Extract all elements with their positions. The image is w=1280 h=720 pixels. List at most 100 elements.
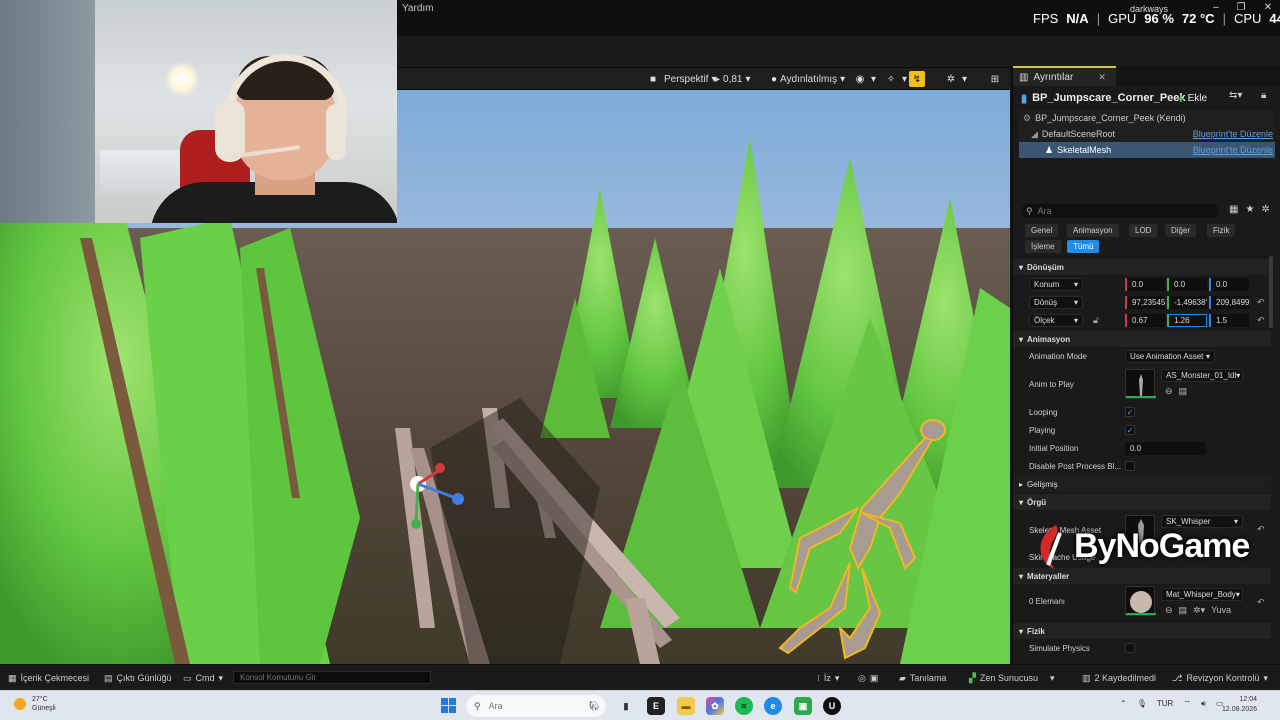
folder-icon[interactable]: ▤ (1179, 605, 1188, 616)
weather-widget[interactable]: 27°C Güneşli (14, 695, 56, 713)
disable-post-process-checkbox[interactable] (1125, 461, 1135, 471)
looping-checkbox[interactable]: ✓ (1125, 407, 1135, 417)
copilot-icon[interactable]: ✿ (706, 697, 724, 715)
minimize-icon[interactable]: – (1213, 2, 1219, 13)
tree-item-default-scene-root[interactable]: ◢ DefaultSceneRoot Blueprint'te Düzenle (1019, 126, 1275, 142)
spotify-icon[interactable]: ≈ (735, 697, 753, 715)
section-animation[interactable]: ▾ Animasyon (1013, 331, 1271, 347)
category-tab-lod[interactable]: LOD (1129, 224, 1158, 237)
microphone-icon[interactable]: 🎙︎ (1137, 699, 1147, 709)
lock-icon[interactable]: 🔓︎ (1093, 315, 1099, 326)
section-mesh[interactable]: ▾ Örgü (1013, 494, 1271, 510)
star-icon[interactable]: ★ (1245, 204, 1254, 215)
cmd-dropdown[interactable]: ▭ Cmd ▾ (183, 665, 223, 691)
language-indicator[interactable]: TUR (1157, 699, 1173, 709)
rotation-z[interactable]: 209,8499 (1209, 296, 1249, 309)
epic-games-icon[interactable]: E (647, 697, 665, 715)
scale-z[interactable]: 1.5 (1209, 314, 1249, 327)
reset-icon[interactable]: ↶ (1257, 297, 1265, 308)
location-z[interactable]: 0.0 (1209, 278, 1249, 291)
unsaved-button[interactable]: ▥ 2 Kaydedilmedi (1082, 665, 1156, 691)
console-input[interactable] (240, 673, 420, 682)
playing-checkbox[interactable]: ✓ (1125, 425, 1135, 435)
tree-item-root[interactable]: ⚙︎ BP_Jumpscare_Corner_Peek (Kendi) (1019, 110, 1275, 126)
settings-dropdown[interactable]: ✲ ▾ (943, 71, 967, 87)
content-drawer-button[interactable]: ▦ İçerik Çekmecesi (8, 665, 89, 691)
location-dropdown[interactable]: Konum ▾ (1029, 278, 1083, 291)
section-transform[interactable]: ▾ Dönüşüm (1013, 259, 1271, 275)
close-icon[interactable]: ✕ (1264, 2, 1272, 13)
camera-speed-dropdown[interactable]: ▸ 0,81 ▾ (715, 71, 751, 87)
revision-control-dropdown[interactable]: ⎇ Revizyon Kontrolü ▾ (1172, 665, 1268, 691)
task-view-icon[interactable]: ▮ (617, 697, 635, 715)
add-component-button[interactable]: + Ekle (1177, 90, 1207, 106)
realtime-toggle[interactable]: ↯ (909, 71, 925, 87)
gear-icon[interactable]: ✲▾ (1193, 605, 1205, 616)
reset-icon[interactable]: ↶ (1257, 315, 1265, 326)
edge-browser-icon[interactable]: e (764, 697, 782, 715)
browse-asset-icon[interactable]: ⊖ (1165, 386, 1173, 397)
volume-icon[interactable]: 🔊︎ (1201, 699, 1206, 709)
search-input[interactable] (1037, 206, 1198, 216)
chevron-up-icon[interactable]: ⌃ (1120, 699, 1127, 709)
show-dropdown[interactable]: ◉ ▾ (852, 71, 876, 87)
tree-item-skeletal-mesh[interactable]: ♟ SkeletalMesh Blueprint'te Düzenle (1019, 142, 1275, 158)
snap-dropdown[interactable]: ✧ ▾ (883, 71, 907, 87)
taskbar-search-input[interactable] (488, 701, 569, 711)
category-tab-animation[interactable]: Animasyon (1067, 224, 1119, 237)
rotation-x[interactable]: 97,23545 (1125, 296, 1165, 309)
wifi-icon[interactable]: ⌔ (1183, 699, 1191, 709)
material-thumbnail[interactable] (1125, 586, 1156, 616)
gear-icon[interactable]: ✲ (1261, 204, 1269, 215)
edit-in-blueprint-link[interactable]: Blueprint'te Düzenle (1193, 129, 1273, 139)
screenshot-icon[interactable]: ▣ (870, 673, 879, 684)
folder-icon[interactable]: ▤ (1179, 386, 1188, 397)
lighting-mode-dropdown[interactable]: ● Aydınlatılmış ▾ (771, 71, 845, 87)
menu-help[interactable]: Yardım (402, 3, 434, 14)
category-tab-physics[interactable]: Fizik (1207, 224, 1236, 237)
rotation-dropdown[interactable]: Dönüş ▾ (1029, 296, 1083, 309)
file-explorer-icon[interactable]: ▬ (677, 697, 695, 715)
category-tab-general[interactable]: Genel (1025, 224, 1059, 237)
initial-position-input[interactable]: 0.0 (1125, 442, 1205, 455)
maximize-icon[interactable]: ❐ (1237, 2, 1246, 13)
details-scrollbar[interactable] (1269, 256, 1273, 328)
table-view-icon[interactable]: ▦ (1229, 204, 1238, 215)
section-advanced[interactable]: ▸ Gelişmiş (1013, 476, 1271, 492)
derived-data-button[interactable]: ▰ Tanılama (899, 665, 946, 691)
scale-x[interactable]: 0.67 (1125, 314, 1165, 327)
clock[interactable]: 12:04 12.08.2026 (1222, 695, 1257, 715)
location-x[interactable]: 0.0 (1125, 278, 1165, 291)
layout-button[interactable]: ⊞ (987, 71, 1003, 87)
blueprint-options-icon[interactable]: ⇆▾ (1229, 90, 1242, 101)
unreal-engine-icon[interactable]: U (823, 697, 841, 715)
category-tab-rendering[interactable]: İşleme (1025, 240, 1061, 253)
app-icon[interactable]: ▣ (794, 697, 812, 715)
material-slot-label[interactable]: Yuva (1211, 605, 1231, 616)
details-tab[interactable]: ▥ Ayrıntılar ✕ (1013, 66, 1116, 86)
reset-icon[interactable]: ↶ (1257, 524, 1265, 535)
perspective-dropdown[interactable]: ■ Perspektif ▾ (645, 71, 717, 87)
animation-mode-dropdown[interactable]: Use Animation Asset ▾ (1125, 350, 1215, 363)
category-tab-all[interactable]: Tümü (1067, 240, 1100, 253)
anim-asset-dropdown[interactable]: AS_Monster_01_Idl ▾ (1161, 369, 1243, 382)
lock-icon[interactable]: 🔒︎ (1261, 90, 1266, 101)
section-physics[interactable]: ▾ Fizik (1013, 623, 1271, 639)
details-search[interactable]: ⚲ (1021, 204, 1219, 218)
output-log-button[interactable]: ▤ Çıktı Günlüğü (104, 665, 172, 691)
zen-server-dropdown[interactable]: ▞ Zen Sunucusu ▾ (969, 665, 1055, 691)
edit-in-blueprint-link[interactable]: Blueprint'te Düzenle (1193, 145, 1273, 155)
console-command-box[interactable] (233, 671, 431, 684)
scale-y[interactable]: 1.26 (1167, 314, 1207, 327)
trace-dropdown[interactable]: ⁝ İz ▾ (817, 665, 839, 691)
close-icon[interactable]: ✕ (1098, 72, 1106, 83)
reset-icon[interactable]: ↶ (1257, 597, 1265, 608)
scale-dropdown[interactable]: Ölçek ▾ (1029, 314, 1083, 327)
location-y[interactable]: 0.0 (1167, 278, 1207, 291)
record-icon[interactable]: ◎ (858, 673, 866, 684)
material-dropdown[interactable]: Mat_Whisper_Body ▾ (1161, 588, 1243, 601)
anim-thumbnail[interactable] (1125, 369, 1156, 399)
simulate-physics-checkbox[interactable] (1125, 643, 1135, 653)
browse-asset-icon[interactable]: ⊖ (1165, 605, 1173, 616)
rotation-y[interactable]: -1,49638° (1167, 296, 1207, 309)
